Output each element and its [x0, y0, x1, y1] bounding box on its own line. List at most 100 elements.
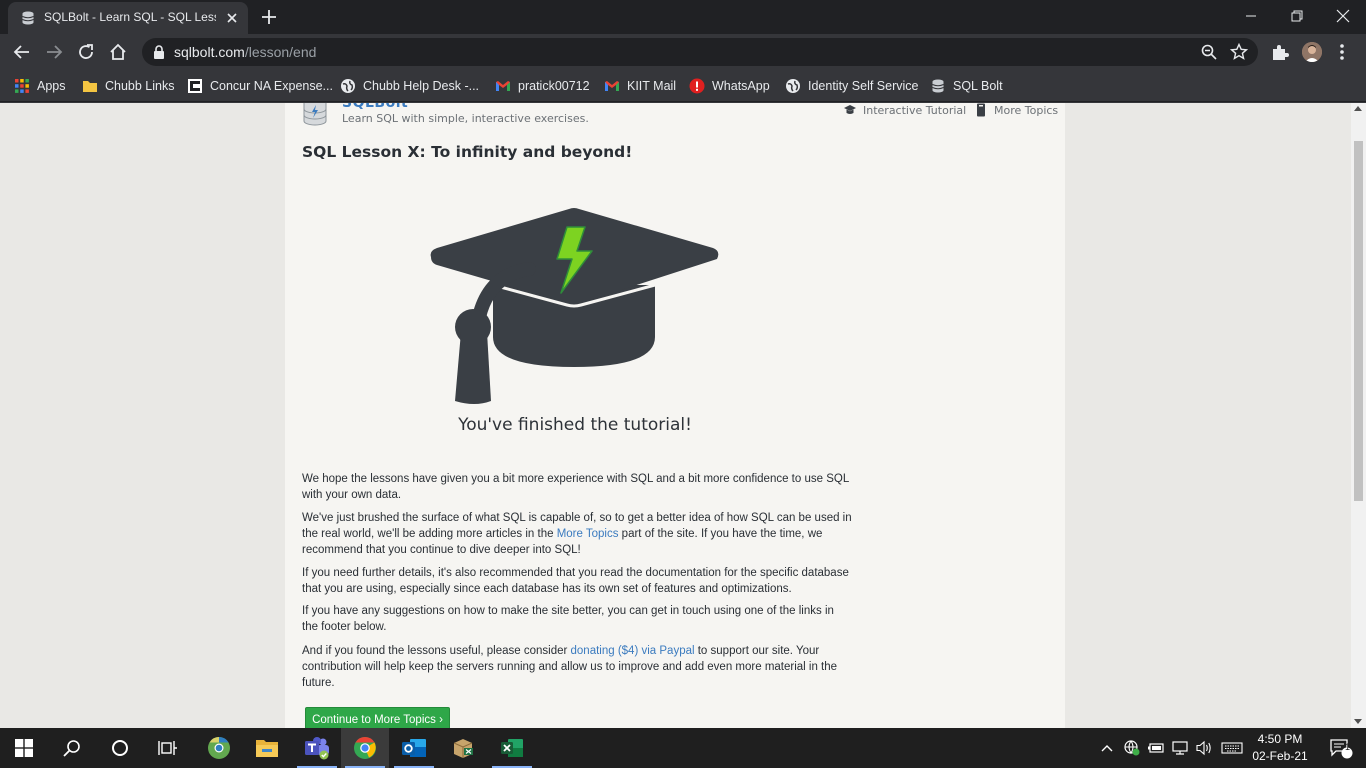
nav-more-topics[interactable]: More Topics [974, 103, 1058, 117]
gmail-icon [496, 81, 510, 91]
bookmark-label: SQL Bolt [953, 79, 1003, 93]
sqlbolt-logo-icon[interactable] [302, 103, 328, 127]
close-window-button[interactable] [1320, 0, 1366, 32]
graduation-hat-bolt-icon [430, 208, 719, 404]
bookmark-kiit-mail[interactable]: KIIT Mail [604, 76, 676, 96]
tab-strip: SQLBolt - Learn SQL - SQL Lesson X: To i… [0, 0, 1366, 34]
folder-icon [83, 81, 97, 92]
close-tab-icon[interactable] [224, 10, 240, 26]
cortana-icon [112, 740, 128, 756]
taskbar-outlook[interactable] [390, 728, 438, 768]
bookmark-label: Identity Self Service [808, 79, 919, 93]
paragraph-1: We hope the lessons have given you a bit… [302, 473, 849, 501]
paragraph-5: And if you found the lessons useful, ple… [302, 643, 852, 691]
scroll-up-arrow-icon[interactable] [1354, 106, 1362, 111]
bookmark-whatsapp[interactable]: WhatsApp [689, 76, 770, 96]
profile-avatar[interactable] [1302, 42, 1322, 62]
gmail-icon [605, 81, 619, 91]
browser-toolbar: sqlbolt.com/lesson/end [0, 34, 1366, 70]
chrome-icon [354, 737, 376, 759]
nav-interactive-tutorial[interactable]: Interactive Tutorial [843, 103, 966, 117]
continue-more-topics-button[interactable]: Continue to More Topics › [305, 707, 450, 728]
globe-icon [341, 79, 355, 93]
url-text: sqlbolt.com/lesson/end [174, 44, 316, 60]
arrow-right-icon [47, 45, 63, 59]
database-icon [932, 79, 944, 93]
bookmark-identity-self-service[interactable]: Identity Self Service [785, 76, 918, 96]
file-explorer-icon [256, 740, 278, 757]
tab-sqlbolt[interactable]: SQLBolt - Learn SQL - SQL Lesson X: To i… [8, 2, 248, 34]
tray-volume[interactable] [1194, 728, 1214, 768]
p5-text-before: And if you found the lessons useful, ple… [302, 645, 571, 657]
clock-time: 4:50 PM [1257, 732, 1303, 746]
paragraph-3: If you need further details, it's also r… [302, 567, 849, 595]
bookmark-label: WhatsApp [712, 79, 770, 93]
extensions-puzzle-icon[interactable] [1270, 42, 1290, 62]
tray-keyboard[interactable] [1220, 728, 1244, 768]
taskbar-search-button[interactable] [48, 728, 96, 768]
action-center-button[interactable]: 1 [1320, 728, 1360, 768]
taskbar-chrome-canary[interactable] [195, 728, 243, 768]
taskbar-package[interactable] [439, 728, 487, 768]
tray-network[interactable] [1170, 728, 1190, 768]
apps-grid-icon [15, 79, 29, 93]
more-topics-link[interactable]: More Topics [557, 528, 619, 540]
home-icon [110, 43, 126, 60]
page-viewport: SQLBolt Learn SQL with simple, interacti… [0, 103, 1351, 728]
start-button[interactable] [0, 728, 48, 768]
show-hidden-icons-button[interactable] [1098, 728, 1116, 768]
sqlbolt-favicon-icon [22, 11, 34, 25]
bookmark-star-icon[interactable] [1230, 43, 1248, 61]
bookmark-label: Concur NA Expense... [210, 79, 333, 93]
tray-battery[interactable] [1146, 728, 1166, 768]
windows-start-icon [15, 739, 33, 757]
bookmark-chubb-help-desk[interactable]: Chubb Help Desk -... [340, 76, 479, 96]
keyboard-icon [1221, 742, 1243, 754]
tray-network-globe[interactable] [1122, 728, 1142, 768]
zoom-icon[interactable] [1200, 43, 1218, 61]
bookmark-chubb-links[interactable]: Chubb Links [82, 76, 175, 96]
bookmark-sql-bolt[interactable]: SQL Bolt [930, 76, 1003, 96]
notification-count: 1 [1345, 742, 1351, 752]
kebab-menu-icon[interactable] [1336, 42, 1348, 62]
windows-taskbar: 4:50 PM 02-Feb-21 1 [0, 728, 1366, 768]
taskbar-excel[interactable] [488, 728, 536, 768]
cortana-button[interactable] [96, 728, 144, 768]
taskbar-file-explorer[interactable] [243, 728, 291, 768]
arrow-left-icon [13, 45, 29, 59]
reload-icon [79, 44, 93, 59]
minimize-button[interactable] [1228, 0, 1274, 32]
bookmark-concur[interactable]: Concur NA Expense... [187, 76, 333, 96]
back-button[interactable] [10, 40, 34, 64]
vertical-scrollbar[interactable] [1351, 103, 1366, 728]
minimize-icon [1246, 15, 1256, 17]
content-column: SQLBolt Learn SQL with simple, interacti… [285, 103, 1065, 728]
paypal-donate-link[interactable]: donating ($4) via Paypal [571, 645, 695, 657]
scroll-down-arrow-icon[interactable] [1354, 719, 1362, 724]
new-tab-icon[interactable] [258, 6, 280, 28]
site-tagline: Learn SQL with simple, interactive exerc… [342, 112, 589, 125]
home-button[interactable] [106, 40, 130, 64]
bookmark-pratick[interactable]: pratick00712 [495, 76, 590, 96]
url-host: sqlbolt.com [174, 44, 245, 60]
restore-button[interactable] [1274, 0, 1320, 32]
avatar-icon [1302, 42, 1322, 62]
task-view-button[interactable] [144, 728, 192, 768]
scrollbar-thumb[interactable] [1354, 141, 1363, 501]
bookmark-apps[interactable]: Apps [14, 76, 66, 96]
restore-icon [1291, 10, 1303, 22]
chrome-canary-icon [208, 737, 230, 759]
forward-button[interactable] [42, 40, 66, 64]
reload-button[interactable] [74, 40, 98, 64]
taskbar-chrome[interactable] [341, 728, 389, 768]
site-name[interactable]: SQLBolt [342, 103, 408, 111]
taskbar-teams[interactable] [293, 728, 341, 768]
whatsapp-icon [689, 78, 705, 94]
globe-shield-icon [1124, 740, 1140, 756]
paragraph-4: If you have any suggestions on how to ma… [302, 605, 834, 633]
battery-icon [1148, 743, 1164, 753]
nav-label: More Topics [994, 103, 1059, 117]
address-bar[interactable]: sqlbolt.com/lesson/end [142, 38, 1258, 66]
taskbar-clock[interactable]: 4:50 PM 02-Feb-21 [1244, 731, 1316, 765]
search-icon [63, 740, 80, 757]
